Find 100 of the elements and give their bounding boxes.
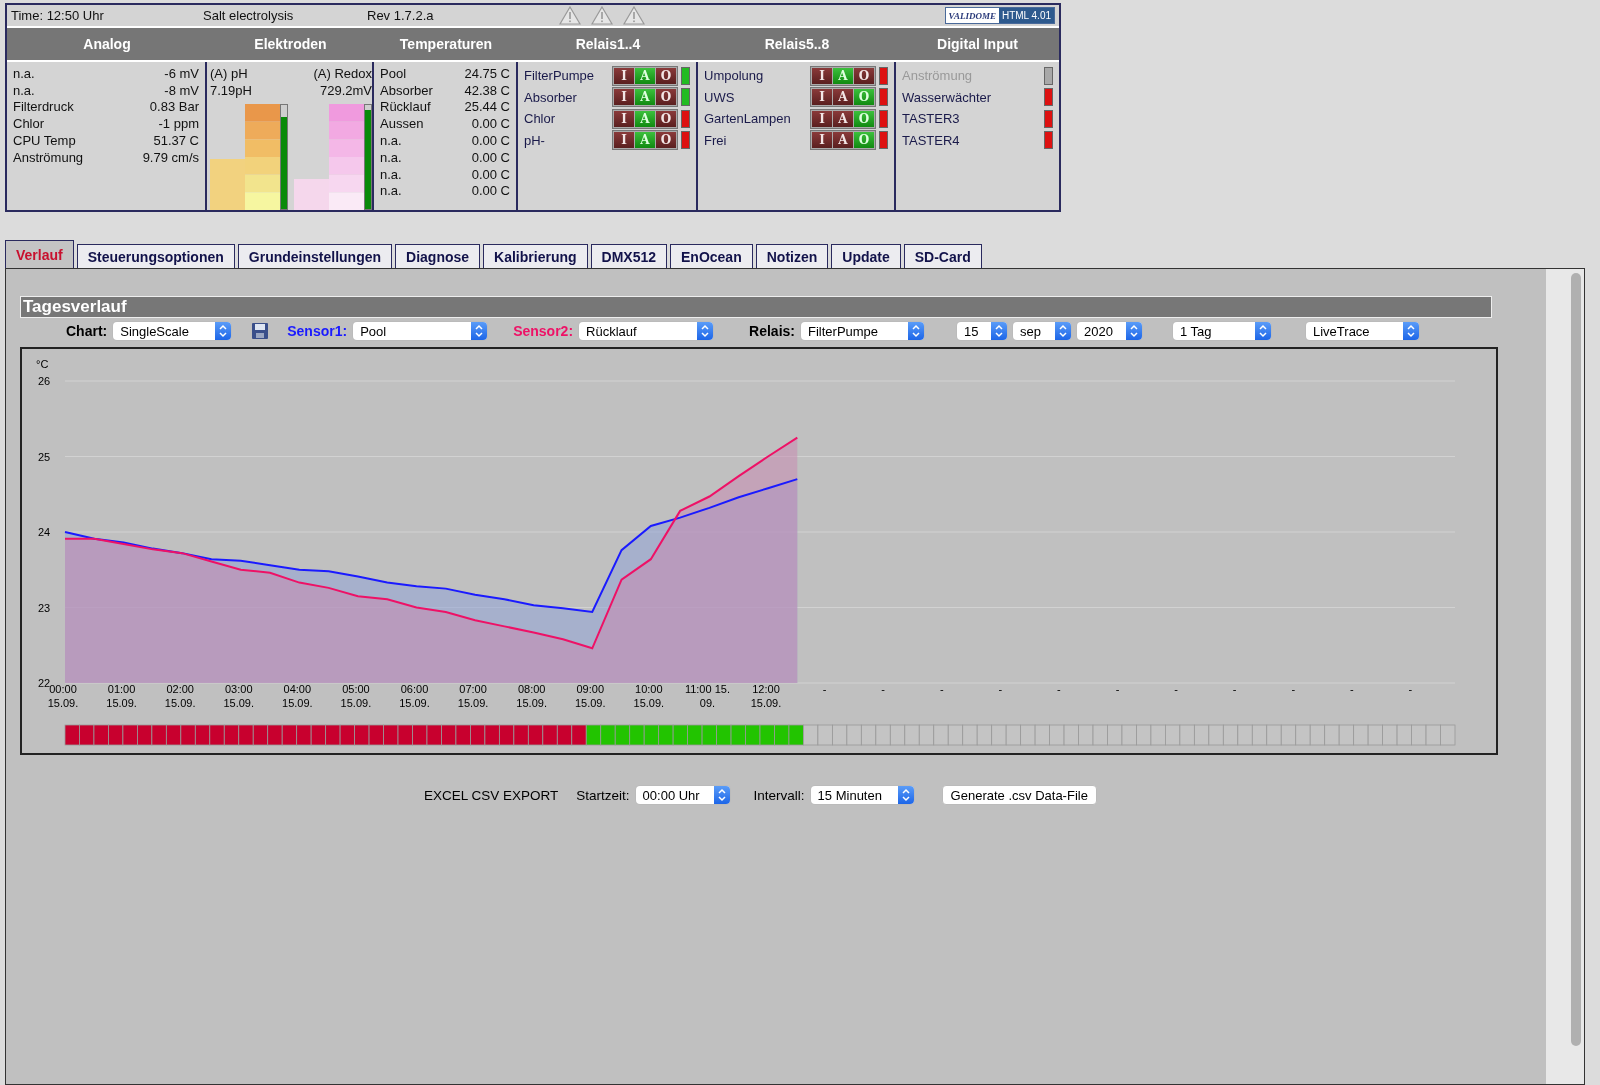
sensor-name: n.a.: [380, 183, 402, 199]
sensor-value: 24.75 C: [464, 65, 510, 81]
sensor-value: -6 mV: [164, 65, 199, 81]
dropdown[interactable]: FilterPumpe: [801, 322, 924, 340]
tab[interactable]: Steuerungsoptionen: [76, 244, 235, 269]
tab[interactable]: Kalibrierung: [483, 244, 588, 269]
sensor-name: Chlor: [13, 116, 45, 132]
mode-button[interactable]: A: [833, 89, 853, 106]
mode-button[interactable]: I: [614, 132, 634, 149]
sensor-value: 0.83 Bar: [149, 99, 199, 115]
mode-button[interactable]: A: [833, 110, 853, 127]
sensor-name: n.a.: [380, 133, 402, 149]
validator-badge[interactable]: VALIDOME HTML 4.01: [944, 7, 1055, 24]
sensor-name: n.a.: [380, 149, 402, 165]
dropdown[interactable]: sep: [1013, 322, 1071, 340]
stepper-icon: [1126, 322, 1142, 340]
mode-button[interactable]: I: [812, 132, 832, 149]
mode-button[interactable]: I: [812, 89, 832, 106]
y-tick-label: 26: [38, 375, 51, 387]
electrode-name: (A) pH: [210, 65, 248, 81]
dropdown[interactable]: Pool: [353, 322, 488, 340]
stepper-icon: [991, 322, 1007, 340]
electrode-name: (A) Redox: [313, 65, 372, 81]
sensor-name: CPU Temp: [13, 133, 76, 149]
relay-name: Chlor: [524, 111, 557, 127]
relay-name: pH-: [524, 132, 546, 148]
warning-icon: [591, 6, 613, 25]
dropdown[interactable]: 2020: [1077, 322, 1142, 340]
dropdown[interactable]: 1 Tag: [1173, 322, 1271, 340]
sensor-name: n.a.: [13, 65, 35, 81]
sensor-value: -1 ppm: [158, 116, 199, 132]
mode-button[interactable]: I: [812, 110, 832, 127]
dropdown[interactable]: SingleScale: [113, 322, 232, 340]
x-tick-label: -: [939, 683, 944, 695]
x-tick-label: 12:00 15.09.: [750, 683, 782, 709]
mode-button[interactable]: O: [656, 110, 676, 127]
tab[interactable]: Grundeinstellungen: [237, 244, 393, 269]
mode-button[interactable]: I: [812, 67, 832, 84]
x-tick-label: 06:00 15.09.: [399, 683, 430, 709]
mode-button[interactable]: O: [656, 89, 676, 106]
dropdown[interactable]: 15: [957, 322, 1007, 340]
warning-icon: [623, 6, 645, 25]
relay-name: UWS: [704, 89, 736, 105]
tab[interactable]: DMX512: [590, 244, 667, 269]
tab[interactable]: Diagnose: [395, 244, 481, 269]
tab[interactable]: SD-Card: [903, 244, 982, 269]
mode-button[interactable]: O: [854, 67, 874, 84]
dropdown[interactable]: LiveTrace: [1306, 322, 1419, 340]
generate-button[interactable]: Generate .csv Data-File: [941, 785, 1097, 805]
sensor-value: 51.37 C: [153, 133, 199, 149]
tab[interactable]: Update: [831, 244, 901, 269]
relay-name: Frei: [704, 132, 728, 148]
y-tick-label: 24: [38, 526, 51, 538]
start-time-dropdown[interactable]: 00:00 Uhr: [635, 786, 730, 804]
relay-name: Umpolung: [704, 68, 765, 84]
column-header: Digital Input: [936, 35, 1019, 54]
column-header: Relais5..8: [763, 35, 831, 54]
x-tick-label: 09:00 15.09.: [574, 683, 606, 709]
mode-button[interactable]: I: [614, 89, 634, 106]
x-tick-label: -: [881, 683, 885, 695]
relay-name: FilterPumpe: [524, 68, 596, 84]
mode-button[interactable]: I: [614, 110, 634, 127]
column-header: Relais1..4: [574, 35, 642, 54]
axis-unit: °C: [36, 358, 49, 370]
save-icon[interactable]: [251, 322, 270, 340]
x-tick-label: 08:00 15.09.: [516, 683, 547, 709]
mode-button[interactable]: O: [656, 67, 676, 84]
sensor-value: 0.00 C: [471, 116, 510, 132]
sensor-name: Anströmung: [13, 149, 84, 165]
electrode-value: 729.2mV: [319, 82, 372, 98]
x-tick-label: 02:00 15.09.: [164, 683, 196, 709]
relay-name: GartenLampen: [704, 111, 792, 127]
sensor-name: Rücklauf: [380, 99, 431, 115]
interval-dropdown[interactable]: 15 Minuten: [810, 786, 914, 804]
tab[interactable]: EnOcean: [670, 244, 753, 269]
dropdown[interactable]: Rücklauf: [579, 322, 714, 340]
sensor-value: 0.00 C: [471, 166, 510, 182]
mode-button[interactable]: A: [833, 132, 853, 149]
mode-button[interactable]: O: [656, 132, 676, 149]
scrollbar[interactable]: [1546, 269, 1584, 1084]
tab[interactable]: Notizen: [755, 244, 829, 269]
x-tick-label: -: [1057, 683, 1061, 695]
sensor-name: Filterdruck: [13, 99, 74, 115]
time-text: Time: 12:50 Uhr: [11, 8, 105, 23]
x-tick-label: -: [1174, 683, 1178, 695]
stepper-icon: [215, 322, 232, 340]
column-header: Temperaturen: [398, 35, 494, 54]
sensor-value: 0.00 C: [471, 183, 510, 199]
stepper-icon: [1055, 322, 1071, 340]
x-tick-label: 01:00 15.09.: [106, 683, 137, 709]
stepper-icon: [471, 322, 488, 340]
y-tick-label: 25: [38, 450, 51, 463]
x-tick-label: 05:00 15.09.: [340, 683, 372, 709]
x-tick-label: -: [1291, 683, 1296, 695]
input-name: TASTER4: [902, 132, 961, 148]
x-tick-label: -: [822, 683, 827, 695]
mode-button[interactable]: I: [614, 67, 634, 84]
sensor-value: 25.44 C: [464, 99, 510, 115]
sensor-value: 9.79 cm/s: [142, 149, 199, 165]
field-label: Relais:: [749, 323, 795, 339]
